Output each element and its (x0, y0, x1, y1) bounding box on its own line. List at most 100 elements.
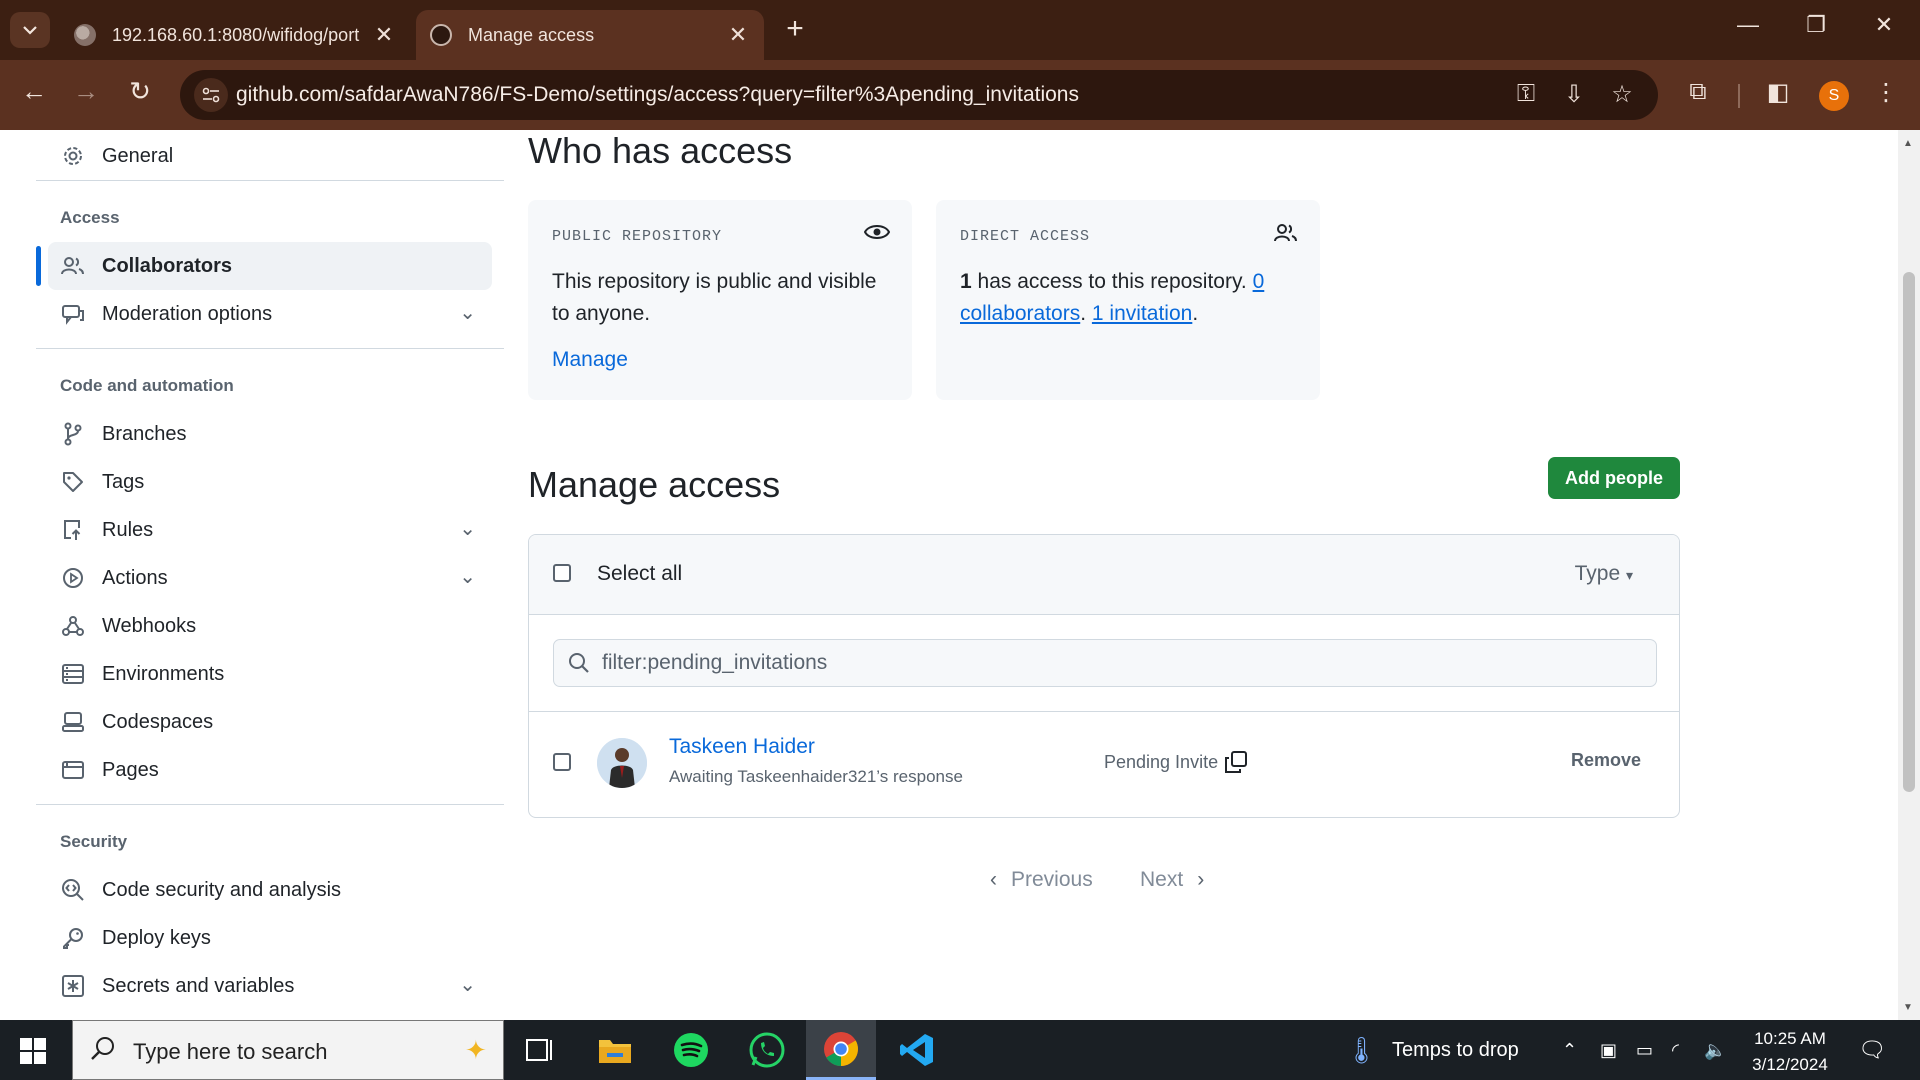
chevron-down-icon: ⌄ (459, 566, 476, 588)
chevron-down-icon: ⌄ (459, 518, 476, 540)
search-icon (89, 1035, 117, 1068)
sidebar-item-collaborators[interactable]: Collaborators (48, 242, 492, 290)
type-filter-dropdown[interactable]: Type ▾ (1575, 562, 1633, 586)
toolbar-divider (1738, 84, 1740, 108)
sidebar-item-webhooks[interactable]: Webhooks (48, 602, 492, 650)
sidebar-item-moderation[interactable]: Moderation options ⌄ (48, 290, 492, 338)
add-people-button[interactable]: Add people (1548, 457, 1680, 499)
browser-menu-icon[interactable]: ⋮ (1870, 78, 1902, 107)
spotify-icon[interactable] (656, 1020, 726, 1080)
password-key-icon[interactable]: ⚿ (1510, 80, 1542, 108)
sidebar-heading-access: Access (60, 208, 120, 227)
people-icon (60, 253, 86, 279)
play-circle-icon (60, 565, 86, 591)
repo-push-icon (60, 517, 86, 543)
notifications-icon[interactable]: 🗨 (1858, 1020, 1886, 1080)
url-text[interactable]: github.com/safdarAwaN786/FS-Demo/setting… (236, 83, 1079, 107)
taskbar-search[interactable]: Type here to search ✦ (72, 1020, 504, 1080)
pagination-previous[interactable]: ‹ Previous (990, 868, 1093, 892)
separator: . (1080, 302, 1092, 325)
sidebar-item-general[interactable]: General (48, 132, 492, 180)
vscode-icon[interactable] (882, 1020, 952, 1080)
reload-icon[interactable]: ↻ (122, 76, 158, 107)
sidebar-item-codespaces[interactable]: Codespaces (48, 698, 492, 746)
search-icon (568, 652, 590, 679)
scroll-up-icon[interactable]: ▲ (1903, 138, 1913, 149)
row-checkbox[interactable] (553, 753, 571, 771)
sidebar-item-code-security[interactable]: Code security and analysis (48, 866, 492, 914)
sidebar-item-label: Pages (102, 758, 159, 781)
new-tab-plus-icon[interactable]: + (780, 12, 810, 46)
sidebar-item-label: General (102, 144, 174, 167)
card-label: DIRECT ACCESS (960, 228, 1091, 245)
sidebar-item-actions[interactable]: Actions ⌄ (48, 554, 492, 602)
sidebar-item-label: Actions (102, 566, 168, 589)
system-clock[interactable]: 10:25 AM 3/12/2024 (1740, 1028, 1840, 1076)
user-avatar[interactable] (597, 738, 647, 788)
sidebar-item-pages[interactable]: Pages (48, 746, 492, 794)
filter-search-input[interactable] (602, 648, 1642, 678)
scroll-down-icon[interactable]: ▼ (1903, 1002, 1913, 1013)
tab-search-button[interactable] (10, 12, 50, 48)
sidebar-item-environments[interactable]: Environments (48, 650, 492, 698)
sidebar-item-label: Codespaces (102, 710, 214, 733)
sidebar-item-label: Environments (102, 662, 225, 685)
minimize-icon[interactable]: — (1728, 12, 1768, 38)
sparkle-icon: ✦ (465, 1035, 487, 1065)
weather-widget[interactable]: 🌡 Temps to drop (1345, 1020, 1519, 1080)
close-tab-icon[interactable]: ✕ (372, 22, 396, 48)
filter-search-box[interactable] (553, 639, 1657, 687)
tab-wifidog[interactable]: 192.168.60.1:8080/wifidog/port ✕ (60, 10, 410, 60)
show-hidden-icons[interactable]: ⌃ (1562, 1020, 1577, 1080)
scroll-thumb[interactable] (1903, 272, 1915, 792)
remove-button[interactable]: Remove (1571, 750, 1641, 771)
bookmark-star-icon[interactable]: ☆ (1606, 80, 1638, 109)
battery-icon[interactable]: ▭ (1636, 1020, 1653, 1080)
manage-visibility-link[interactable]: Manage (552, 348, 628, 372)
card-description: This repository is public and visible to… (552, 270, 877, 325)
close-tab-icon[interactable]: ✕ (726, 22, 750, 48)
side-panel-icon[interactable]: ◧ (1762, 78, 1794, 107)
pagination-next[interactable]: Next › (1140, 868, 1204, 892)
address-bar[interactable]: github.com/safdarAwaN786/FS-Demo/setting… (180, 70, 1658, 120)
site-info-icon[interactable] (194, 78, 228, 112)
meet-now-icon[interactable]: ▣ (1600, 1020, 1617, 1080)
restore-icon[interactable]: ❐ (1796, 12, 1836, 38)
manage-access-heading: Manage access (528, 464, 781, 505)
chrome-icon[interactable] (806, 1020, 876, 1080)
next-label: Next (1140, 868, 1184, 891)
taskbar-search-placeholder: Type here to search (133, 1039, 328, 1064)
whatsapp-icon[interactable] (732, 1020, 802, 1080)
direct-access-text: 1 has access to this repository. 0 colla… (960, 266, 1300, 330)
user-name-link[interactable]: Taskeen Haider (669, 735, 815, 759)
chevron-down-icon: ⌄ (459, 302, 476, 324)
copy-icon[interactable] (1224, 750, 1248, 774)
forward-arrow-icon[interactable]: → (68, 76, 104, 107)
file-explorer-icon[interactable] (580, 1020, 650, 1080)
tab-manage-access[interactable]: Manage access ✕ (416, 10, 764, 60)
direct-access-card: DIRECT ACCESS 1 has access to this repos… (936, 200, 1320, 400)
page-scrollbar[interactable]: ▲ ▼ (1898, 130, 1920, 1020)
server-icon (60, 661, 86, 687)
pending-invite-label: Pending Invite (1104, 751, 1219, 772)
extensions-puzzle-icon[interactable]: ⧉ (1682, 78, 1714, 106)
who-has-access-heading: Who has access (528, 130, 793, 171)
select-all-checkbox[interactable] (553, 564, 571, 582)
sidebar-item-rules[interactable]: Rules ⌄ (48, 506, 492, 554)
invitation-link[interactable]: 1 invitation (1092, 302, 1192, 325)
sidebar-item-secrets[interactable]: Secrets and variables ⌄ (48, 962, 492, 1010)
windows-taskbar: Type here to search ✦ 🌡 Temps to drop ⌃ … (0, 1020, 1920, 1080)
sidebar-item-tags[interactable]: Tags (48, 458, 492, 506)
back-arrow-icon[interactable]: ← (16, 76, 52, 107)
task-view-icon[interactable] (505, 1020, 575, 1080)
volume-icon[interactable]: 🔈 (1704, 1020, 1726, 1080)
wifi-icon[interactable]: ◜ (1672, 1020, 1679, 1080)
people-icon (1274, 222, 1298, 249)
sidebar-item-branches[interactable]: Branches (48, 410, 492, 458)
install-app-icon[interactable]: ⇩ (1558, 80, 1590, 109)
chevron-down-icon (23, 26, 37, 35)
windows-start-icon[interactable] (20, 1038, 46, 1064)
close-window-icon[interactable]: ✕ (1864, 12, 1904, 38)
profile-avatar[interactable]: S (1819, 81, 1849, 111)
sidebar-item-deploy-keys[interactable]: Deploy keys (48, 914, 492, 962)
